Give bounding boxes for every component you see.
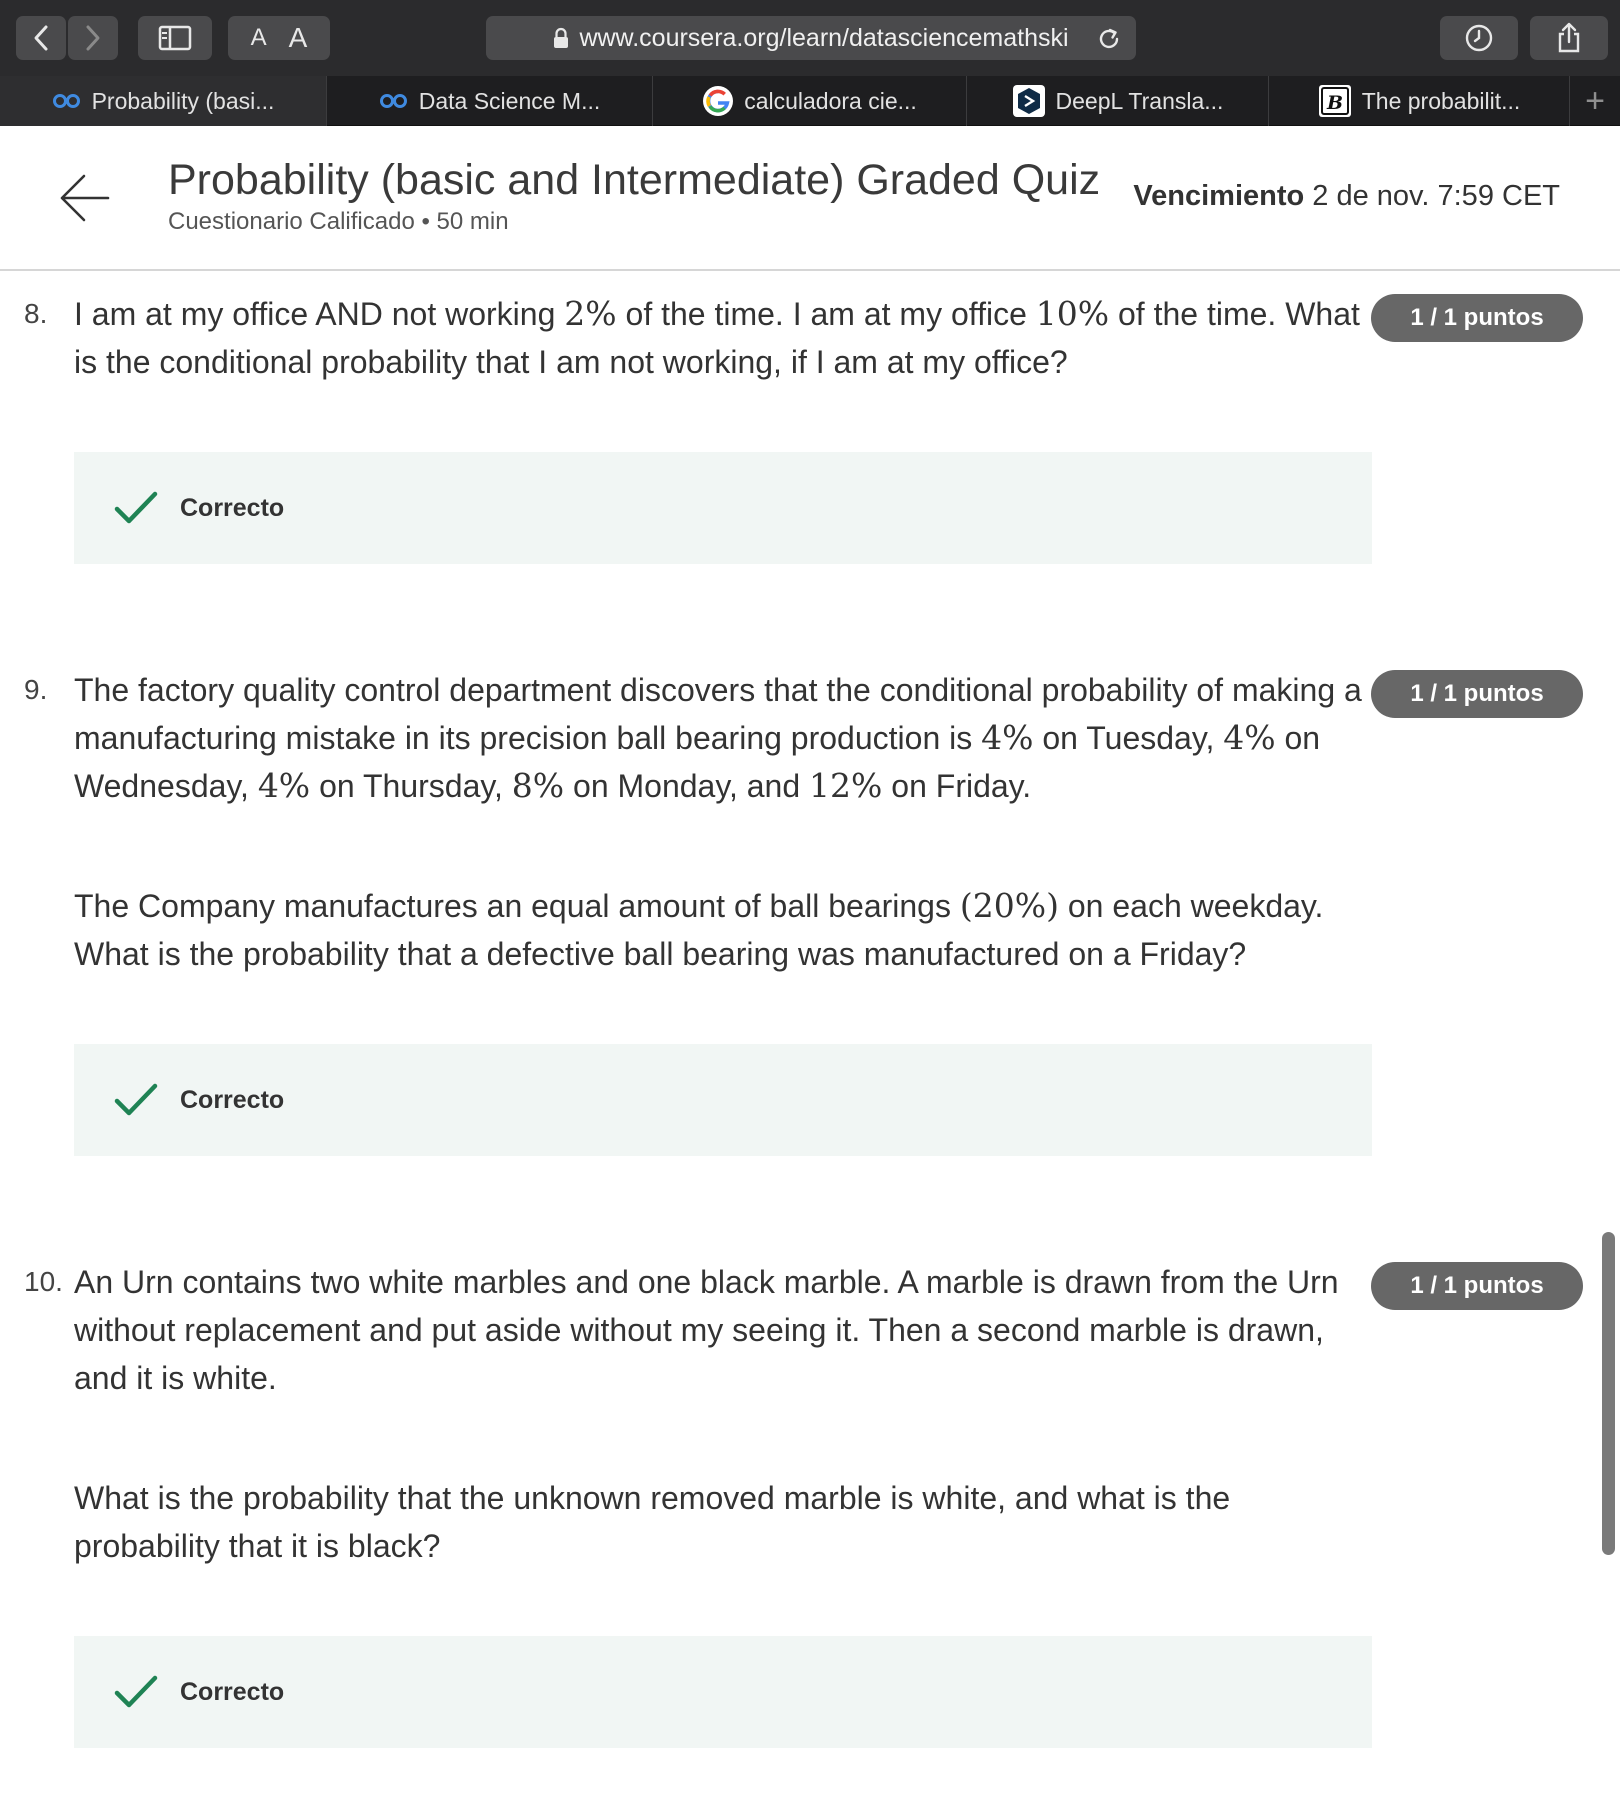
browser-toolbar: A A www.coursera.org/learn/datasciencema… (0, 0, 1620, 76)
question-text: The factory quality control department d… (74, 666, 1374, 978)
question-paragraph: The Company manufactures an equal amount… (74, 882, 1374, 978)
quiz-header: Probability (basic and Intermediate) Gra… (0, 126, 1620, 271)
question-text: An Urn contains two white marbles and on… (74, 1258, 1374, 1570)
google-icon (702, 85, 734, 117)
check-icon (114, 1082, 158, 1118)
question-number: 9. (24, 674, 48, 705)
reload-icon[interactable] (1096, 26, 1122, 52)
back-button[interactable] (16, 16, 66, 60)
due-value: 2 de nov. 7:59 CET (1312, 180, 1560, 212)
text-run: on Monday, and (564, 768, 810, 804)
math-run: (20%) (959, 886, 1059, 925)
question-paragraph: What is the probability that the unknown… (74, 1480, 1231, 1564)
tab-probability-article[interactable]: B The probabilit... (1269, 76, 1570, 126)
due-label: Vencimiento (1133, 180, 1305, 212)
text-run: The Company manufactures an equal amount… (74, 888, 960, 924)
points-badge: 1 / 1 puntos (1371, 1262, 1583, 1310)
chevron-left-icon (34, 25, 48, 51)
lock-icon (554, 27, 569, 48)
text-run: I am at my office AND not working (74, 296, 565, 332)
math-run: 4% (1223, 718, 1276, 757)
forward-button[interactable] (68, 16, 118, 60)
question-number: 8. (24, 298, 48, 329)
chevron-right-icon (86, 25, 100, 51)
sidebar-icon (158, 25, 192, 51)
feedback-text: Correcto (180, 1085, 285, 1114)
tab-strip: Probability (basi... Data Science M... c… (0, 76, 1620, 126)
tab-data-science[interactable]: Data Science M... (327, 76, 653, 126)
due-date: Vencimiento 2 de nov. 7:59 CET (1133, 180, 1560, 213)
tab-label: Data Science M... (418, 87, 601, 114)
text-run: of the time. I am at my office (616, 296, 1036, 332)
math-run: 10% (1035, 294, 1110, 333)
font-smaller-label: A (250, 24, 267, 51)
tab-label: calculadora cie... (744, 87, 917, 114)
points-badge: 1 / 1 puntos (1371, 670, 1583, 718)
deepl-icon (1012, 84, 1046, 118)
new-tab-button[interactable]: + (1570, 76, 1620, 126)
check-icon (114, 1674, 158, 1710)
math-run: 12% (809, 766, 883, 805)
address-bar[interactable]: www.coursera.org/learn/datasciencemathsk… (486, 16, 1136, 60)
feedback-correct: Correcto (74, 452, 1372, 564)
b-icon: B (1318, 84, 1352, 118)
question-number: 10. (24, 1266, 63, 1297)
font-size-button[interactable]: A A (228, 16, 330, 60)
tab-label: DeepL Transla... (1055, 87, 1224, 114)
clock-icon (1465, 24, 1493, 52)
feedback-text: Correcto (180, 1677, 285, 1706)
coursera-icon (379, 93, 409, 109)
feedback-text: Correcto (180, 493, 285, 522)
math-run: 8% (511, 766, 565, 805)
tab-probability[interactable]: Probability (basi... (0, 76, 327, 126)
font-larger-label: A (288, 22, 308, 53)
question-paragraph: An Urn contains two white marbles and on… (74, 1264, 1339, 1396)
text-run: on Thursday, (310, 768, 512, 804)
question-paragraph: The factory quality control department d… (74, 666, 1374, 810)
math-run: 2% (564, 294, 617, 333)
coursera-icon (52, 93, 82, 109)
share-button[interactable] (1530, 16, 1608, 60)
points-badge: 1 / 1 puntos (1371, 294, 1583, 342)
check-icon (114, 490, 158, 526)
sidebar-toggle-button[interactable] (138, 16, 212, 60)
back-arrow-icon[interactable] (58, 172, 110, 224)
text-run: on Friday. (882, 768, 1032, 804)
feedback-correct: Correcto (74, 1044, 1372, 1156)
math-run: 4% (257, 766, 311, 805)
svg-text:B: B (1326, 92, 1343, 114)
feedback-correct: Correcto (74, 1636, 1372, 1748)
question-text: I am at my office AND not working 2% of … (74, 290, 1374, 386)
tab-calculadora[interactable]: calculadora cie... (653, 76, 967, 126)
url-text: www.coursera.org/learn/datasciencemathsk… (579, 23, 1069, 52)
tab-deepl[interactable]: DeepL Transla... (967, 76, 1269, 126)
page-title: Probability (basic and Intermediate) Gra… (168, 156, 1101, 204)
tab-label: Probability (basi... (91, 87, 275, 114)
question-paragraph: I am at my office AND not working 2% of … (74, 290, 1374, 386)
tab-label: The probabilit... (1361, 87, 1521, 114)
page-scrollbar[interactable] (1602, 1232, 1615, 1555)
math-run: 4% (981, 718, 1034, 757)
share-icon (1558, 22, 1580, 53)
text-run: on Tuesday, (1033, 720, 1224, 756)
history-button[interactable] (1440, 16, 1518, 60)
page-subtitle: Cuestionario Calificado • 50 min (168, 208, 509, 235)
